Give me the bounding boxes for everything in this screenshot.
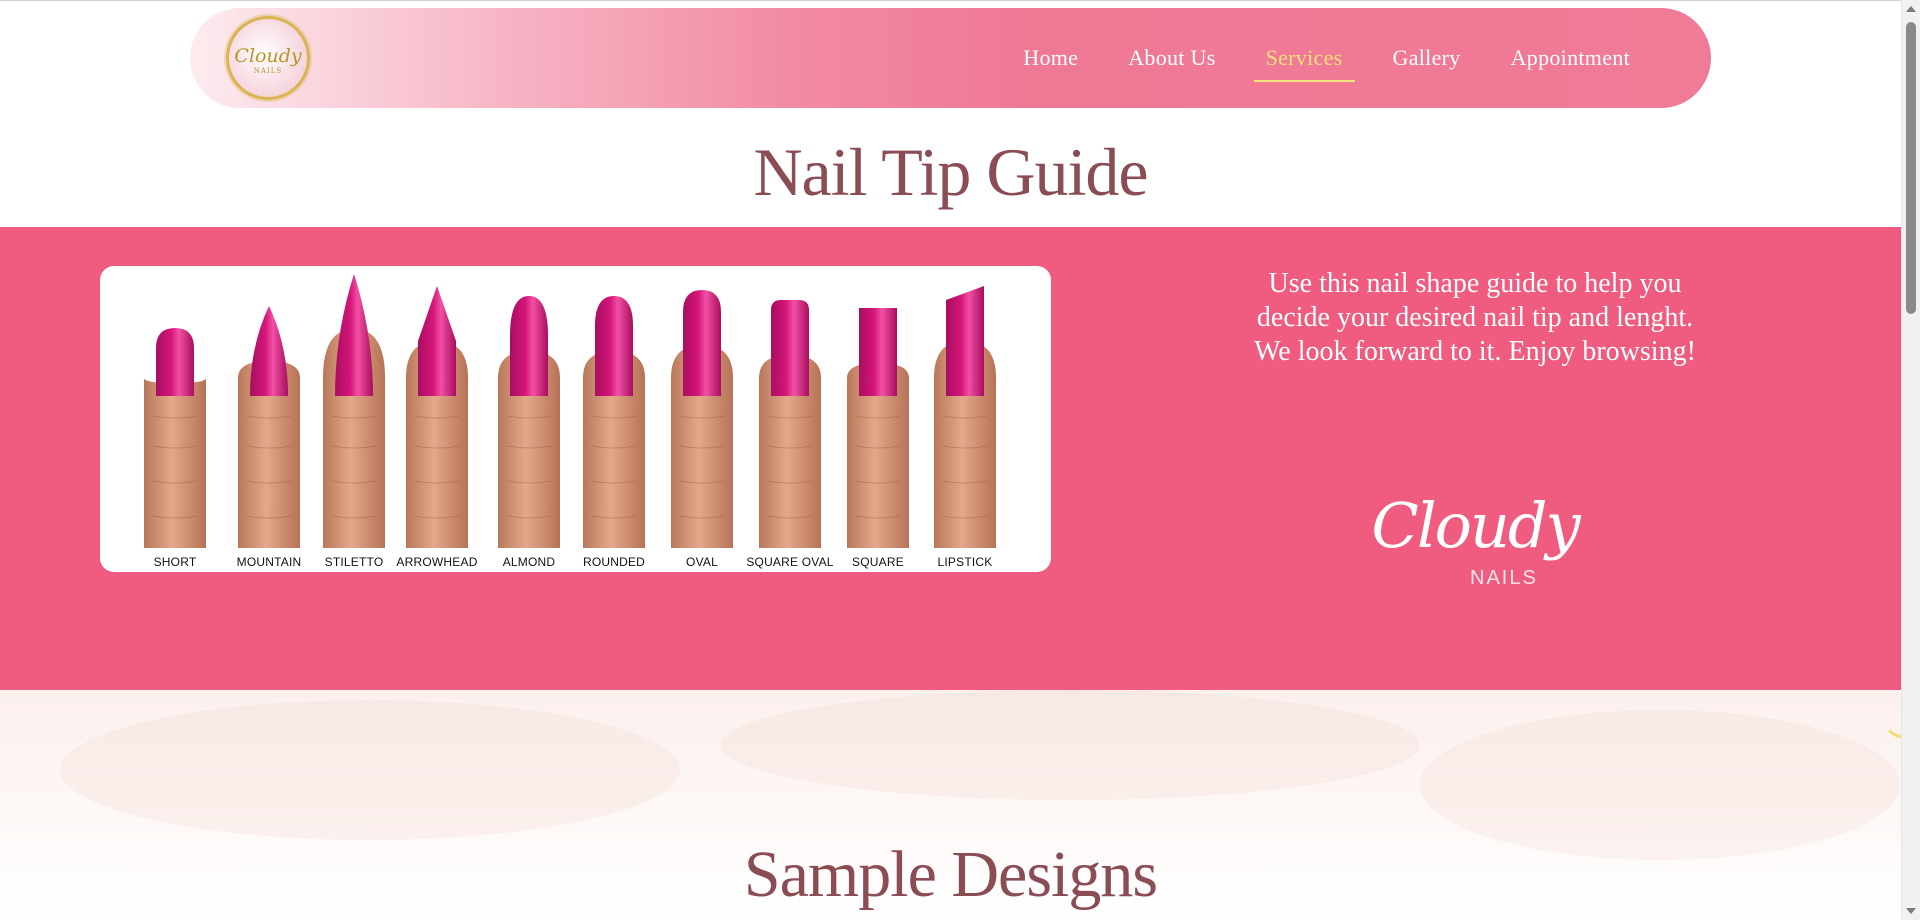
page: Cloudy NAILS Home About Us Services Gall…	[0, 0, 1901, 920]
scrollbar[interactable]	[1901, 0, 1920, 920]
nav-home[interactable]: Home	[998, 8, 1103, 108]
finger-shape	[144, 378, 206, 548]
nail-shape	[335, 274, 373, 396]
nail-shape	[418, 286, 456, 396]
nail-shape	[595, 296, 633, 396]
nail-shape	[771, 300, 809, 396]
logo[interactable]: Cloudy NAILS	[226, 16, 310, 100]
sample-designs-title: Sample Designs	[743, 838, 1158, 911]
shape-label: SQUARE	[852, 555, 904, 569]
nail-shape	[510, 296, 548, 396]
nav-services[interactable]: Services	[1241, 8, 1368, 108]
scroll-down-arrow[interactable]	[1906, 908, 1916, 914]
finger-arrowhead	[406, 286, 468, 548]
nail-shape-chart: SHORT MOUNTAIN STILETTO ARROWHEAD ALMOND ROUN…	[100, 266, 1051, 572]
nav-appointment[interactable]: Appointment	[1486, 8, 1655, 108]
nail-shape	[859, 308, 897, 396]
main-nav: Home About Us Services Gallery Appointme…	[998, 8, 1655, 108]
nail-shape	[250, 306, 288, 396]
logo-subtext: NAILS	[253, 67, 283, 75]
finger-almond	[498, 296, 560, 548]
guide-description: Use this nail shape guide to help you de…	[1254, 268, 1696, 367]
shape-label: SHORT	[153, 555, 197, 569]
scroll-up-arrow[interactable]	[1906, 6, 1916, 12]
shape-label: LIPSTICK	[937, 555, 993, 569]
brand-script: Cloudy	[1371, 489, 1580, 562]
finger-rounded	[583, 296, 645, 548]
nav-about-us[interactable]: About Us	[1103, 8, 1240, 108]
finger-mountain	[238, 306, 300, 548]
nail-shapes-graphic	[144, 274, 996, 548]
guide-section: SHORT MOUNTAIN STILETTO ARROWHEAD ALMOND ROUN…	[0, 227, 1901, 690]
finger-lipstick	[934, 286, 996, 548]
brand-nails: NAILS	[1470, 567, 1538, 589]
brand-logo: Cloudy NAILS	[1330, 489, 1620, 599]
nav-gallery[interactable]: Gallery	[1368, 8, 1486, 108]
shape-label: ARROWHEAD	[396, 555, 478, 569]
nail-tip-guide-title: Nail Tip Guide	[753, 134, 1148, 210]
background-blob	[60, 700, 680, 840]
shape-label: SQUARE OVAL	[746, 555, 834, 569]
shape-label: OVAL	[686, 555, 718, 569]
background-blob	[720, 690, 1420, 800]
nail-shape	[946, 286, 984, 396]
finger-short	[144, 328, 206, 548]
nail-shape	[156, 328, 194, 396]
finger-square	[847, 308, 909, 548]
shape-label: ROUNDED	[582, 555, 646, 569]
site-header: Cloudy NAILS Home About Us Services Gall…	[190, 8, 1711, 108]
nail-shape	[683, 290, 721, 396]
logo-text: Cloudy	[234, 45, 302, 67]
finger-stiletto	[323, 274, 385, 548]
finger-square-oval	[759, 300, 821, 548]
scroll-thumb[interactable]	[1906, 22, 1916, 314]
finger-oval	[671, 290, 733, 548]
